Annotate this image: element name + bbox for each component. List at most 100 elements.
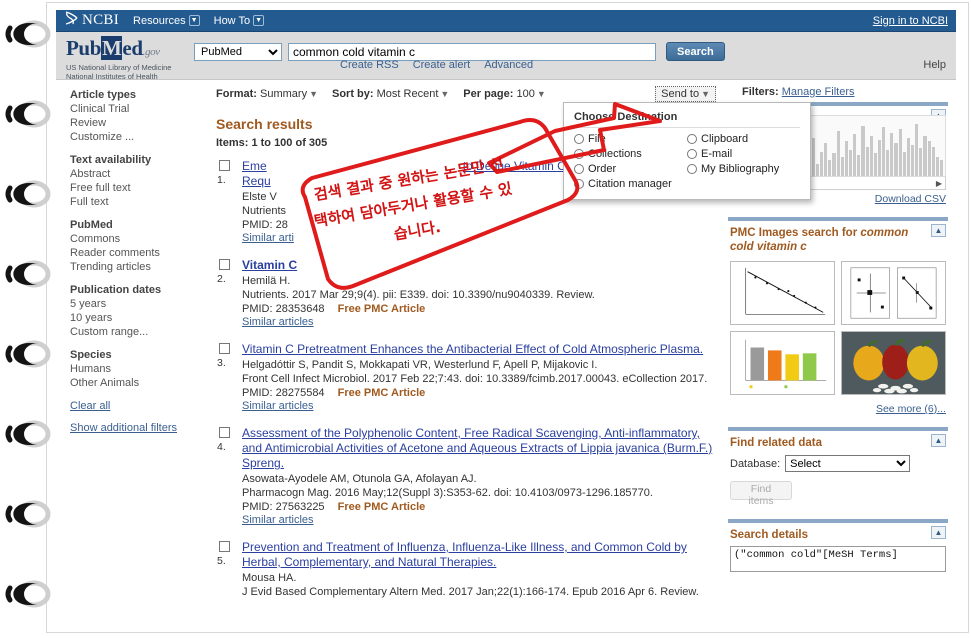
panel-inner: ▲ Search details ("common cold"[MeSH Ter… <box>728 523 948 572</box>
free-pmc-article-badge[interactable]: Free PMC Article <box>338 501 426 513</box>
pmc-images-heading: PMC Images search for common cold vitami… <box>730 226 946 254</box>
scroll-right-icon[interactable]: ▶ <box>936 179 942 188</box>
free-pmc-article-badge[interactable]: Free PMC Article <box>338 303 426 315</box>
result-checkbox[interactable] <box>219 427 230 438</box>
sort-value: Most Recent <box>376 88 439 100</box>
pmc-thumbnail-scatter-plot[interactable] <box>730 261 835 325</box>
binding-ring <box>4 414 56 454</box>
result-body: Vitamin C Hemilä H. Nutrients. 2017 Mar … <box>242 258 716 328</box>
filter-item-commons[interactable]: Commons <box>70 232 202 246</box>
destination-file[interactable]: File <box>574 133 687 145</box>
result-checkbox[interactable] <box>219 343 230 354</box>
per-page-value: 100 <box>516 88 535 100</box>
filter-group: Species Humans Other Animals <box>70 348 202 390</box>
free-pmc-article-badge[interactable]: Free PMC Article <box>338 387 426 399</box>
ncbi-logo[interactable]: NCBI <box>64 11 119 30</box>
result-authors: Helgadóttir S, Pandit S, Mokkapati VR, W… <box>242 359 598 371</box>
format-control[interactable]: Format: Summary ▼ <box>216 88 318 100</box>
radio-icon <box>574 164 584 174</box>
find-items-button[interactable]: Find items <box>730 481 792 507</box>
create-alert-link[interactable]: Create alert <box>413 59 470 71</box>
filter-item-review[interactable]: Review <box>70 116 202 130</box>
logo-pub: Pub <box>66 36 101 60</box>
ncbi-helix-icon <box>64 11 79 30</box>
pubmed-logo-text: PubMed.gov <box>66 36 194 62</box>
pubmed-logo[interactable]: PubMed.gov US National Library of Medici… <box>66 36 194 81</box>
related-database-select[interactable]: Select <box>785 455 911 472</box>
filter-item-abstract[interactable]: Abstract <box>70 167 202 181</box>
destination-collections[interactable]: Collections <box>574 148 687 160</box>
search-details-query-box[interactable]: ("common cold"[MeSH Terms] <box>730 546 946 572</box>
similar-articles-link[interactable]: Similar articles <box>242 400 716 412</box>
logo-gov: .gov <box>142 46 160 58</box>
sign-in-link[interactable]: Sign in to NCBI <box>873 15 948 27</box>
result-checkbox[interactable] <box>219 541 230 552</box>
filter-item-other-animals[interactable]: Other Animals <box>70 376 202 390</box>
result-number: 5. <box>217 555 226 567</box>
result-title[interactable]: Vitamin C Pretreatment Enhances the Anti… <box>242 342 716 357</box>
filter-item-clinical-trial[interactable]: Clinical Trial <box>70 102 202 116</box>
help-link[interactable]: Help <box>923 59 946 71</box>
destination-email[interactable]: E-mail <box>687 148 800 160</box>
result-selector: 5. <box>216 540 242 599</box>
advanced-link[interactable]: Advanced <box>484 59 533 71</box>
histogram-bar <box>919 148 923 176</box>
search-button[interactable]: Search <box>666 42 725 61</box>
send-to-button[interactable]: Send to ▼ <box>655 86 716 102</box>
filter-group: PubMed Commons Reader comments Trending … <box>70 218 202 274</box>
manage-filters-link[interactable]: Manage Filters <box>782 86 855 98</box>
filter-item-custom-range[interactable]: Custom range... <box>70 325 202 339</box>
collapse-panel-icon[interactable]: ▲ <box>931 224 946 237</box>
search-input[interactable] <box>288 42 656 61</box>
filter-item-humans[interactable]: Humans <box>70 362 202 376</box>
result-checkbox[interactable] <box>219 259 230 270</box>
result-source: J Evid Based Complementary Altern Med. 2… <box>242 586 699 598</box>
clear-all-link[interactable]: Clear all <box>70 400 202 412</box>
create-rss-link[interactable]: Create RSS <box>340 59 399 71</box>
radio-icon <box>574 134 584 144</box>
filter-item-reader-comments[interactable]: Reader comments <box>70 246 202 260</box>
chevron-down-icon: ▼ <box>440 89 450 99</box>
collapse-panel-icon[interactable]: ▲ <box>931 526 946 539</box>
filter-item-trending-articles[interactable]: Trending articles <box>70 260 202 274</box>
similar-articles-link[interactable]: Similar articles <box>242 316 716 328</box>
result-selector: 2. <box>216 258 242 328</box>
destination-clipboard[interactable]: Clipboard <box>687 133 800 145</box>
destination-citation-manager[interactable]: Citation manager <box>574 178 687 190</box>
result-source: Nutrients. 2017 Mar 29;9(4). pii: E339. … <box>242 289 595 301</box>
result-title[interactable]: Vitamin C <box>242 258 716 273</box>
send-to-panel: Choose Destination File Clipboard Collec… <box>563 102 811 200</box>
destination-clipboard-label: Clipboard <box>701 133 749 145</box>
histogram-bar <box>931 146 935 176</box>
radio-icon <box>574 179 584 189</box>
collapse-panel-icon[interactable]: ▲ <box>931 434 946 447</box>
chevron-down-icon: ▼ <box>253 15 265 26</box>
destination-order[interactable]: Order <box>574 163 687 175</box>
filter-item-10-years[interactable]: 10 years <box>70 311 202 325</box>
sort-control[interactable]: Sort by: Most Recent ▼ <box>332 88 449 100</box>
destination-my-bibliography[interactable]: My Bibliography <box>687 163 800 175</box>
histogram-bar <box>902 151 906 176</box>
result-selector: 3. <box>216 342 242 412</box>
show-additional-filters-link[interactable]: Show additional filters <box>70 422 202 434</box>
pmc-thumbnail-bar-chart[interactable] <box>730 331 835 395</box>
pmc-thumbnail-peppers-photo[interactable] <box>841 331 946 395</box>
result-authors: Mousa HA. <box>242 572 297 584</box>
menu-resources[interactable]: Resources ▼ <box>133 15 200 27</box>
result-title[interactable]: Prevention and Treatment of Influenza, I… <box>242 540 716 570</box>
binding-ring <box>4 494 56 534</box>
filter-item-5-years[interactable]: 5 years <box>70 297 202 311</box>
pmc-thumbnail-forest-plot[interactable] <box>841 261 946 325</box>
result-title[interactable]: Assessment of the Polyphenolic Content, … <box>242 426 716 471</box>
menu-how-to[interactable]: How To ▼ <box>214 15 265 27</box>
filter-item-full-text[interactable]: Full text <box>70 195 202 209</box>
filter-item-free-full-text[interactable]: Free full text <box>70 181 202 195</box>
filter-item-customize[interactable]: Customize ... <box>70 130 202 144</box>
per-page-control[interactable]: Per page: 100 ▼ <box>463 88 545 100</box>
histogram-bar <box>915 124 919 176</box>
database-select[interactable]: PubMed <box>194 42 282 61</box>
see-more-images-link[interactable]: See more (6)... <box>730 403 946 415</box>
similar-articles-link[interactable]: Similar articles <box>242 514 716 526</box>
similar-articles-link[interactable]: Similar arti <box>242 232 716 244</box>
result-checkbox[interactable] <box>219 160 230 171</box>
